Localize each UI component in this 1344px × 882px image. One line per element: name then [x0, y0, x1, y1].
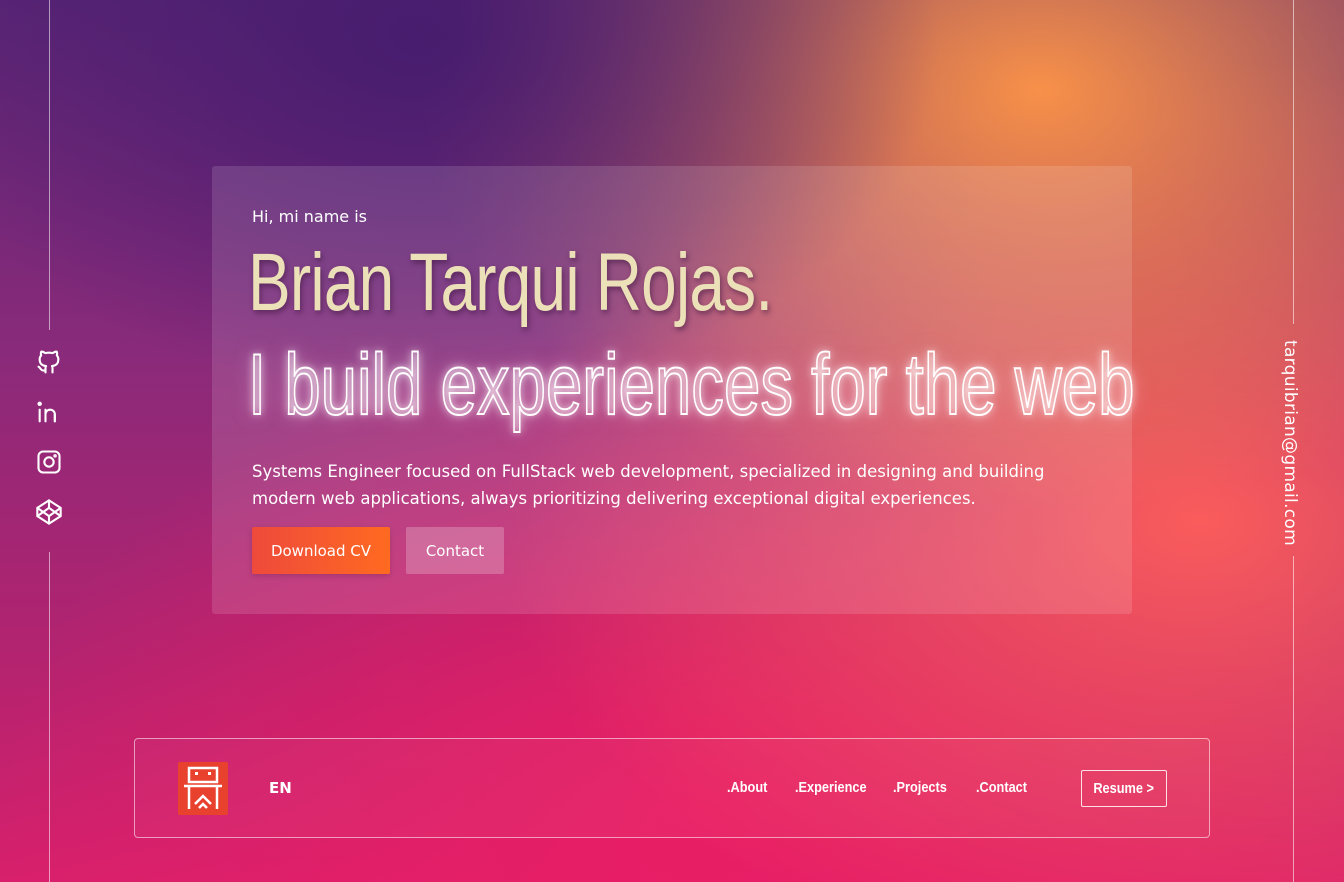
email-link[interactable]: tarquibrian@gmail.com	[1280, 340, 1300, 546]
codepen-link[interactable]	[35, 498, 63, 526]
hero-tagline: I build experiences for the web	[247, 336, 1135, 434]
download-cv-button[interactable]: Download CV	[252, 527, 390, 574]
instagram-icon	[37, 450, 61, 474]
codepen-icon	[36, 499, 62, 525]
left-guide-line-bottom	[49, 552, 50, 882]
resume-button-label: Resume >	[1093, 780, 1155, 797]
resume-button[interactable]: Resume >	[1081, 770, 1167, 807]
left-guide-line-top	[49, 0, 50, 330]
linkedin-link[interactable]	[35, 398, 63, 426]
github-link[interactable]	[35, 348, 63, 376]
nav-link-contact[interactable]: .Contact	[976, 779, 1027, 796]
hero-description: Systems Engineer focused on FullStack we…	[252, 462, 1045, 508]
github-icon	[37, 350, 60, 374]
linkedin-icon	[37, 401, 56, 423]
logo[interactable]	[178, 762, 228, 815]
social-links	[35, 348, 65, 526]
logo-icon	[184, 766, 222, 809]
hero-name: Brian Tarqui Rojas.	[248, 237, 773, 328]
nav-link-projects[interactable]: .Projects	[893, 779, 947, 796]
instagram-link[interactable]	[35, 448, 63, 476]
right-guide-line-top	[1293, 0, 1294, 324]
nav-link-about[interactable]: .About	[727, 779, 767, 796]
right-guide-line-bottom	[1293, 556, 1294, 882]
hero-card: Hi, mi name is Brian Tarqui Rojas. I bui…	[212, 166, 1135, 614]
language-toggle[interactable]: EN	[269, 779, 292, 797]
greeting-text: Hi, mi name is	[252, 207, 368, 226]
nav-link-experience[interactable]: .Experience	[795, 779, 867, 796]
bottom-navbar: EN .About .Experience .Projects .Contact…	[134, 738, 1210, 838]
contact-button[interactable]: Contact	[406, 527, 504, 574]
